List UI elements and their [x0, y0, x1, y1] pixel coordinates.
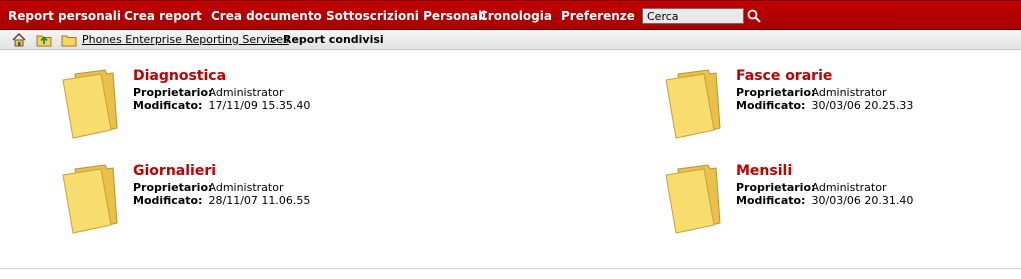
- owner-value: Administrator: [208, 181, 284, 194]
- owner-row: Proprietario: Administrator: [133, 181, 284, 194]
- nav-report-personali[interactable]: Report personali: [8, 9, 121, 23]
- modified-row: Modificato: 30/03/06 20.25.33: [736, 99, 913, 112]
- modified-label: Modificato:: [133, 99, 203, 112]
- folder-title[interactable]: Diagnostica: [133, 68, 226, 84]
- folder-icon[interactable]: [61, 68, 125, 140]
- modified-label: Modificato:: [736, 99, 806, 112]
- owner-row: Proprietario: Administrator: [736, 86, 887, 99]
- folder-title[interactable]: Giornalieri: [133, 163, 216, 179]
- top-nav-bar: Report personali Crea report Crea docume…: [0, 0, 1021, 30]
- owner-label: Proprietario:: [736, 181, 816, 194]
- folder-icon[interactable]: [664, 163, 728, 235]
- home-icon[interactable]: [11, 32, 27, 48]
- modified-row: Modificato: 28/11/07 11.06.55: [133, 194, 310, 207]
- folder-item: Fasce orarie Proprietario: Administrator…: [664, 68, 964, 148]
- breadcrumb-link[interactable]: Phones Enterprise Reporting Services: [82, 33, 289, 46]
- owner-row: Proprietario: Administrator: [736, 181, 887, 194]
- folder-item: Giornalieri Proprietario: Administrator …: [61, 163, 361, 243]
- folder-title[interactable]: Fasce orarie: [736, 68, 832, 84]
- folder-item: Mensili Proprietario: Administrator Modi…: [664, 163, 964, 243]
- modified-value: 28/11/07 11.06.55: [208, 194, 311, 207]
- breadcrumb-current: Report condivisi: [283, 33, 384, 46]
- modified-value: 30/03/06 20.31.40: [811, 194, 914, 207]
- folder-icon[interactable]: [61, 163, 125, 235]
- owner-value: Administrator: [811, 86, 887, 99]
- modified-row: Modificato: 30/03/06 20.31.40: [736, 194, 913, 207]
- folder-item: Diagnostica Proprietario: Administrator …: [61, 68, 361, 148]
- bottom-divider: [0, 268, 1021, 269]
- nav-crea-report[interactable]: Crea report: [124, 9, 202, 23]
- nav-preferenze[interactable]: Preferenze: [561, 9, 635, 23]
- modified-label: Modificato:: [133, 194, 203, 207]
- modified-label: Modificato:: [736, 194, 806, 207]
- up-folder-icon[interactable]: [36, 32, 52, 48]
- owner-label: Proprietario:: [133, 86, 213, 99]
- owner-row: Proprietario: Administrator: [133, 86, 284, 99]
- modified-value: 30/03/06 20.25.33: [811, 99, 914, 112]
- breadcrumb-separator: >: [269, 33, 279, 46]
- search-icon[interactable]: [747, 9, 761, 23]
- nav-cronologia[interactable]: Cronologia: [479, 9, 552, 23]
- owner-label: Proprietario:: [736, 86, 816, 99]
- breadcrumb: Phones Enterprise Reporting Services > R…: [0, 30, 1021, 50]
- folder-icon[interactable]: [61, 32, 77, 48]
- folder-title[interactable]: Mensili: [736, 163, 792, 179]
- modified-value: 17/11/09 15.35.40: [208, 99, 311, 112]
- nav-sottoscrizioni-personali[interactable]: Sottoscrizioni Personali: [326, 9, 486, 23]
- owner-label: Proprietario:: [133, 181, 213, 194]
- nav-crea-documento[interactable]: Crea documento: [211, 9, 322, 23]
- owner-value: Administrator: [208, 86, 284, 99]
- folder-icon[interactable]: [664, 68, 728, 140]
- search-input[interactable]: [642, 8, 744, 24]
- owner-value: Administrator: [811, 181, 887, 194]
- modified-row: Modificato: 17/11/09 15.35.40: [133, 99, 310, 112]
